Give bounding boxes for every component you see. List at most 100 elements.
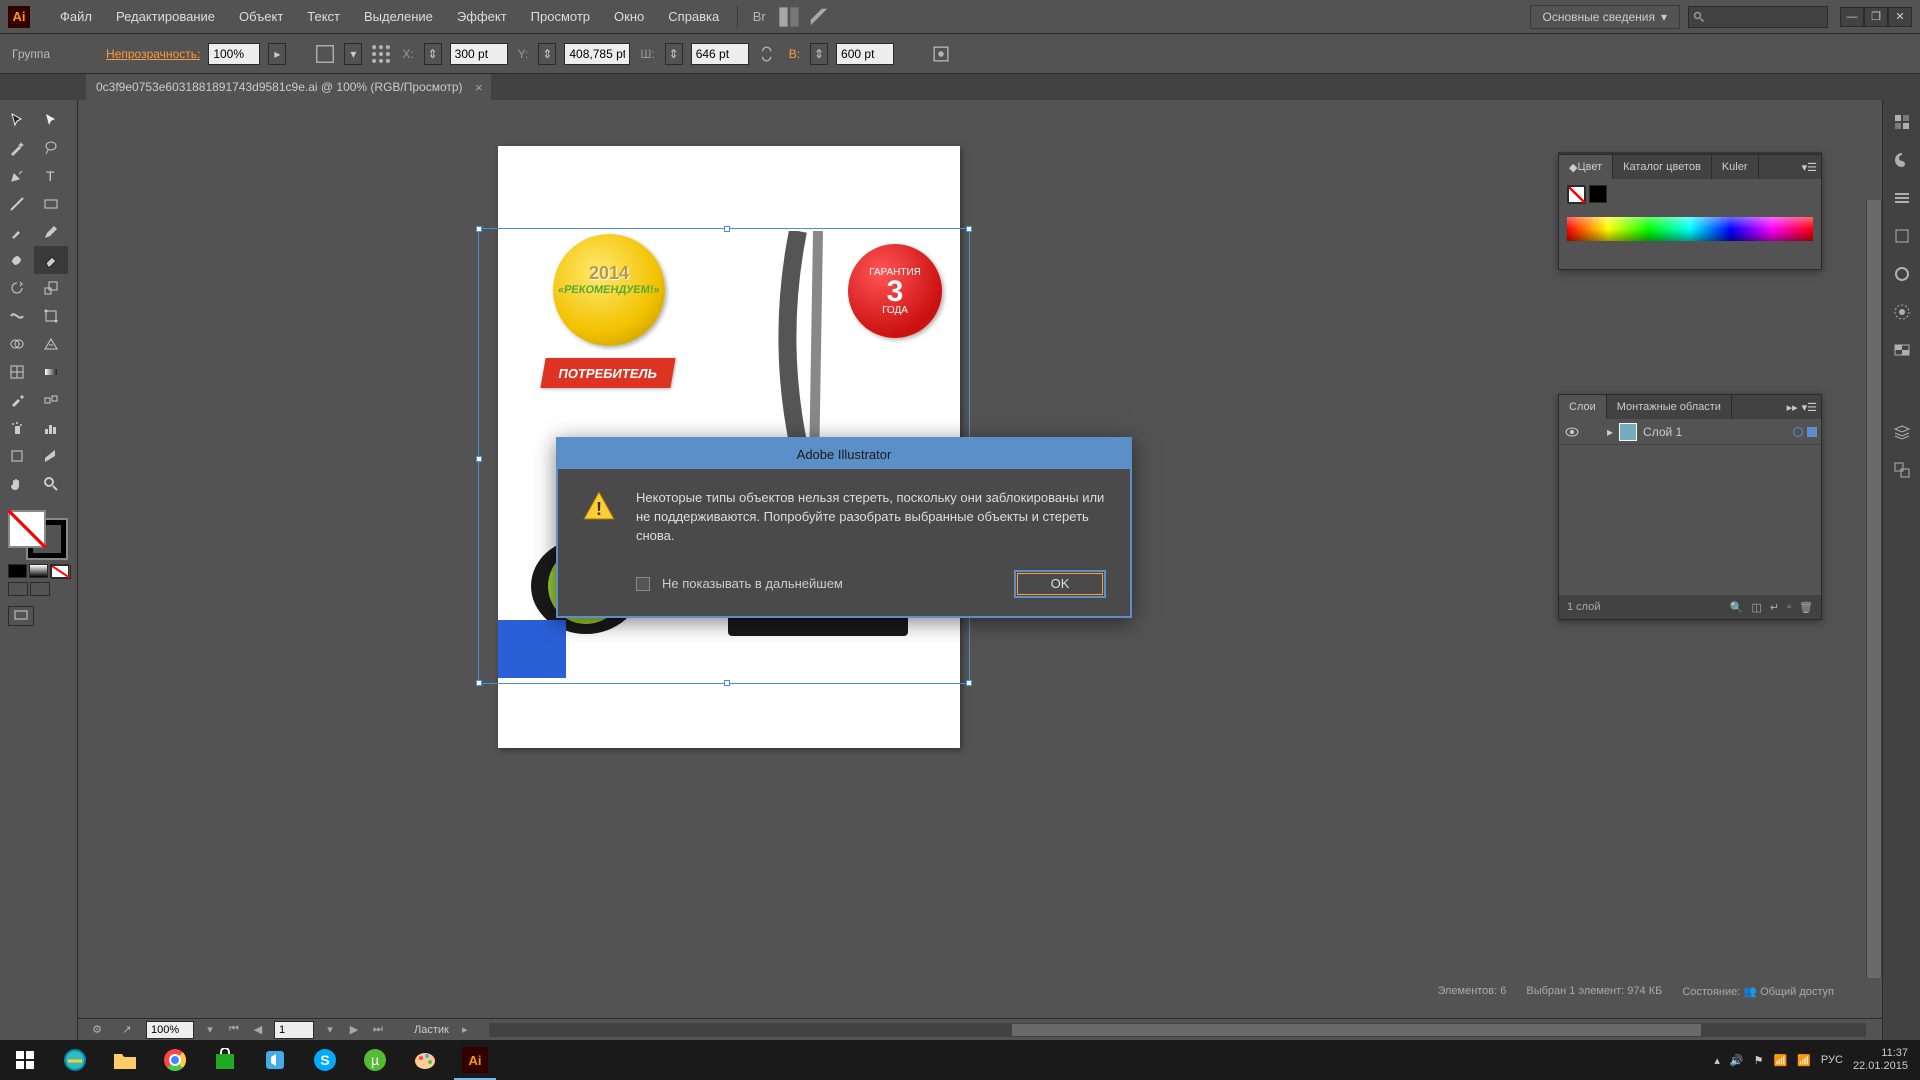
graph-tool[interactable]	[34, 414, 68, 442]
explorer-icon[interactable]	[100, 1040, 150, 1080]
expand-layer-icon[interactable]: ▸	[1607, 425, 1613, 439]
screen-mode-icon[interactable]	[8, 606, 34, 626]
start-button[interactable]	[0, 1040, 50, 1080]
pen-tool[interactable]	[0, 162, 34, 190]
share-icon[interactable]: ↗	[116, 1019, 138, 1041]
transform-icon[interactable]	[314, 43, 336, 65]
width-tool[interactable]	[0, 302, 34, 330]
layers-menu-icon[interactable]: ▾☰	[1802, 401, 1817, 414]
type-tool[interactable]: T	[34, 162, 68, 190]
x-input[interactable]	[450, 43, 508, 65]
dock-transparency-icon[interactable]	[1890, 338, 1914, 362]
illustrator-task-icon[interactable]: Ai	[450, 1040, 500, 1080]
gradient-mode-icon[interactable]	[29, 564, 48, 578]
y-stepper[interactable]: ⇕	[538, 43, 556, 65]
layers-tab[interactable]: Слои	[1559, 395, 1607, 419]
w-input[interactable]	[691, 43, 749, 65]
skype-icon[interactable]: S	[300, 1040, 350, 1080]
magic-wand-tool[interactable]	[0, 134, 34, 162]
free-transform-tool[interactable]	[34, 302, 68, 330]
paintbrush-tool[interactable]	[0, 218, 34, 246]
menu-type[interactable]: Текст	[295, 9, 352, 24]
selection-tool[interactable]	[0, 106, 34, 134]
dock-artboards-icon[interactable]	[1890, 458, 1914, 482]
store-icon[interactable]	[200, 1040, 250, 1080]
artboards-tab[interactable]: Монтажные области	[1607, 395, 1732, 419]
lasso-tool[interactable]	[34, 134, 68, 162]
minimize-button[interactable]: —	[1840, 7, 1864, 27]
hand-tool[interactable]	[0, 470, 34, 498]
color-spectrum[interactable]	[1567, 217, 1813, 241]
direct-selection-tool[interactable]	[34, 106, 68, 134]
artboard-dropdown[interactable]: ▾	[322, 1022, 338, 1038]
panel-menu-icon[interactable]: ▾☰	[1802, 161, 1817, 174]
dock-symbols-icon[interactable]	[1890, 224, 1914, 248]
visibility-icon[interactable]	[1563, 423, 1581, 441]
scale-tool[interactable]	[34, 274, 68, 302]
tray-battery-icon[interactable]: 📶	[1797, 1054, 1811, 1067]
bridge-icon[interactable]: Br	[748, 6, 770, 28]
tray-volume-icon[interactable]: 🔊	[1730, 1054, 1744, 1067]
tray-network-icon[interactable]: 📶	[1774, 1054, 1788, 1067]
rectangle-tool[interactable]	[34, 190, 68, 218]
audio-icon[interactable]	[250, 1040, 300, 1080]
dock-stroke-icon[interactable]	[1890, 262, 1914, 286]
make-clip-icon[interactable]: ◫	[1752, 601, 1762, 614]
close-tab-icon[interactable]: ×	[475, 80, 483, 95]
w-stepper[interactable]: ⇕	[665, 43, 683, 65]
layer-row[interactable]: ▸ Слой 1	[1559, 419, 1821, 445]
artboard-input[interactable]	[274, 1021, 314, 1039]
tray-lang[interactable]: РУС	[1821, 1054, 1843, 1066]
maximize-button[interactable]: ❐	[1864, 7, 1888, 27]
pencil-tool[interactable]	[34, 218, 68, 246]
menu-view[interactable]: Просмотр	[519, 9, 602, 24]
horizontal-scrollbar[interactable]	[489, 1023, 1866, 1037]
paint-icon[interactable]	[400, 1040, 450, 1080]
opacity-input[interactable]	[208, 43, 260, 65]
menu-file[interactable]: Файл	[48, 9, 104, 24]
menu-help[interactable]: Справка	[656, 9, 731, 24]
rotate-tool[interactable]	[0, 274, 34, 302]
eraser-tool[interactable]	[34, 246, 68, 274]
locate-icon[interactable]: 🔍	[1730, 601, 1744, 614]
prev-artboard-icon[interactable]: ◀	[250, 1022, 266, 1038]
isolate-icon[interactable]	[930, 43, 952, 65]
zoom-input[interactable]	[146, 1021, 194, 1039]
menu-edit[interactable]: Редактирование	[104, 9, 227, 24]
reference-point-icon[interactable]	[370, 43, 392, 65]
fill-stroke-swatch[interactable]	[8, 510, 66, 558]
blob-brush-tool[interactable]	[0, 246, 34, 274]
stroke-swatch[interactable]	[1589, 185, 1607, 203]
menu-select[interactable]: Выделение	[352, 9, 445, 24]
last-artboard-icon[interactable]: ⏭	[370, 1022, 386, 1038]
chrome-icon[interactable]	[150, 1040, 200, 1080]
fill-color[interactable]	[8, 510, 46, 548]
workspace-dropdown[interactable]: Основные сведения▾	[1530, 5, 1680, 29]
utorrent-icon[interactable]: µ	[350, 1040, 400, 1080]
transform-dropdown[interactable]: ▾	[344, 43, 362, 65]
draw-mode-2-icon[interactable]	[30, 582, 50, 596]
x-stepper[interactable]: ⇕	[424, 43, 442, 65]
shape-builder-tool[interactable]	[0, 330, 34, 358]
opacity-dropdown[interactable]: ▸	[268, 43, 286, 65]
target-icon[interactable]	[1793, 427, 1803, 437]
kuler-tab[interactable]: Kuler	[1712, 155, 1759, 179]
tray-clock[interactable]: 11:37 22.01.2015	[1853, 1047, 1908, 1073]
layers-collapse-icon[interactable]: ▸▸	[1787, 401, 1798, 414]
zoom-tool[interactable]	[34, 470, 68, 498]
dock-swatches-icon[interactable]	[1890, 148, 1914, 172]
delete-layer-icon[interactable]: 🗑	[1799, 601, 1813, 614]
next-artboard-icon[interactable]: ▶	[346, 1022, 362, 1038]
mesh-tool[interactable]	[0, 358, 34, 386]
ie-icon[interactable]	[50, 1040, 100, 1080]
blend-tool[interactable]	[34, 386, 68, 414]
zoom-dropdown[interactable]: ▾	[202, 1022, 218, 1038]
link-wh-icon[interactable]	[757, 43, 779, 65]
tray-up-icon[interactable]: ▴	[1714, 1054, 1720, 1067]
feather-icon[interactable]	[808, 6, 830, 28]
first-artboard-icon[interactable]: ⏮	[226, 1022, 242, 1038]
gradient-tool[interactable]	[34, 358, 68, 386]
color-mode-icon[interactable]	[8, 564, 27, 578]
dock-gradient-icon[interactable]	[1890, 300, 1914, 324]
line-tool[interactable]	[0, 190, 34, 218]
